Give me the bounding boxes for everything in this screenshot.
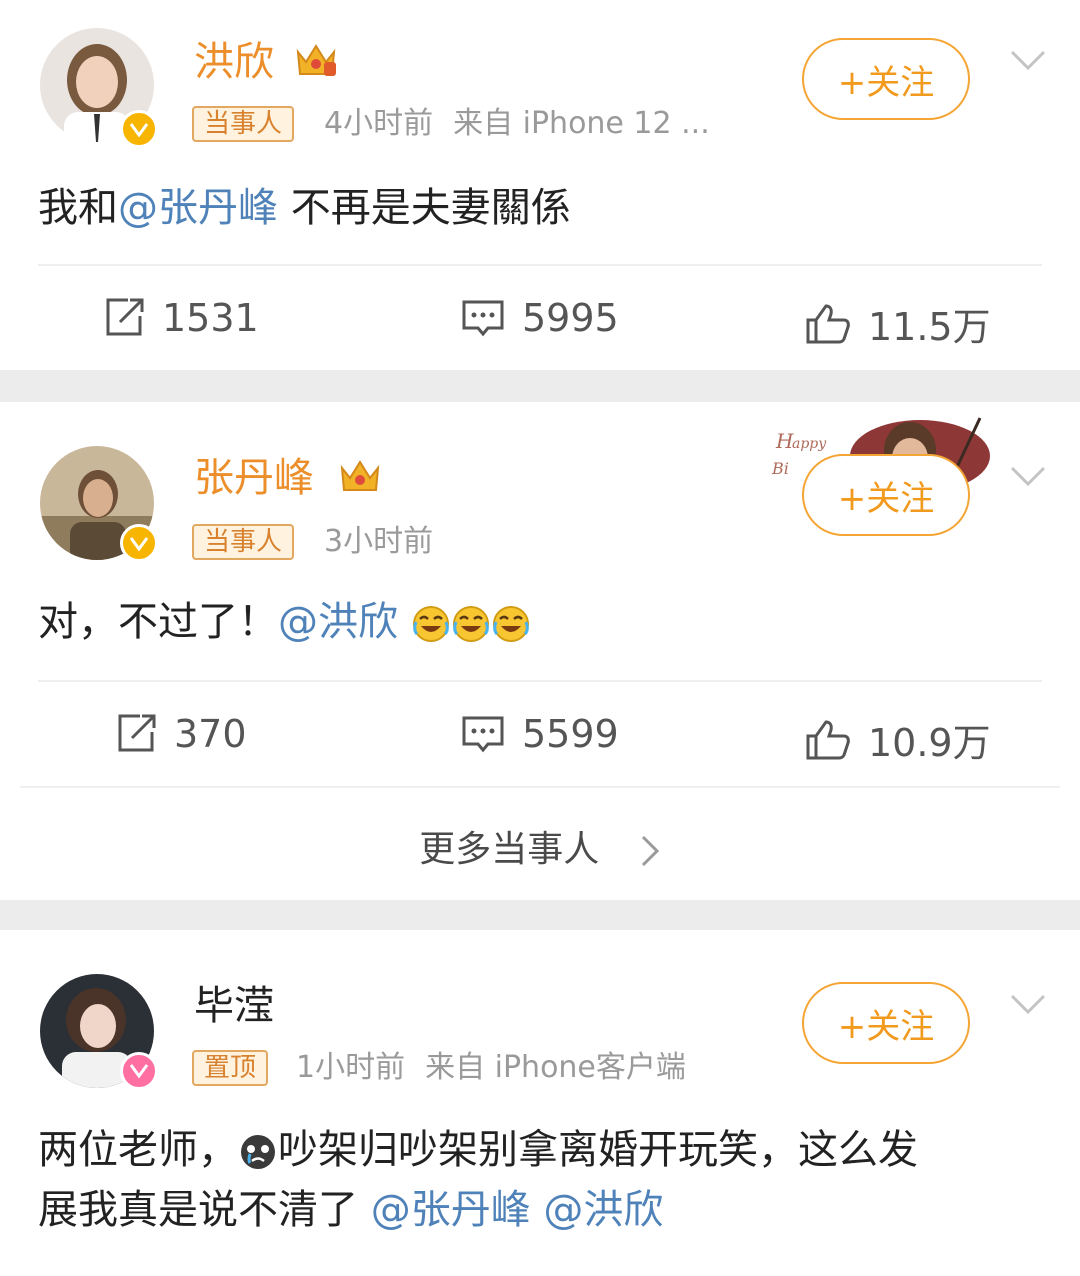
mention-link[interactable]: @张丹峰 — [371, 1187, 531, 1233]
comment-button[interactable]: 5995 — [460, 296, 619, 340]
like-count: 11.5万 — [868, 305, 991, 349]
post-card-1: 洪欣 当事人 4小时前 来自 iPhone 12 ... +关注 我和@张丹峰 不… — [0, 0, 1080, 370]
crown-icon — [294, 40, 338, 80]
crying-emoji — [241, 1135, 275, 1169]
follow-button[interactable]: +关注 — [802, 38, 970, 120]
repost-button[interactable]: 1531 — [102, 296, 259, 340]
post-text-line-2: 展我真是说不清了 @张丹峰 @洪欣 — [38, 1187, 664, 1233]
status-badge: 当事人 — [192, 106, 295, 142]
repost-count: 1531 — [162, 296, 259, 340]
comment-icon — [462, 300, 504, 337]
follow-button[interactable]: +关注 — [802, 454, 970, 536]
section-gap — [0, 900, 1080, 930]
status-badge: 当事人 — [192, 524, 295, 560]
author-name[interactable]: 张丹峰 — [194, 454, 314, 502]
more-parties-link[interactable]: 更多当事人 — [0, 820, 1080, 872]
laugh-cry-emoji — [412, 606, 449, 642]
chevron-down-icon[interactable] — [1008, 48, 1048, 74]
post-time: 1小时前 — [296, 1050, 406, 1085]
divider — [20, 786, 1060, 788]
pinned-badge: 置顶 — [192, 1050, 269, 1086]
chevron-right-icon — [641, 835, 659, 867]
post-source: 来自 iPhone客户端 — [425, 1050, 686, 1085]
author-name[interactable]: 洪欣 — [194, 38, 274, 86]
laugh-cry-emoji — [492, 606, 529, 642]
chevron-down-icon[interactable] — [1008, 992, 1048, 1018]
repost-icon — [118, 714, 156, 752]
comment-count: 5995 — [522, 296, 619, 340]
post-source: 来自 iPhone 12 ... — [453, 106, 710, 141]
post-text-line-1: 两位老师， 吵架归吵架别拿离婚开玩笑，这么发 — [38, 1127, 918, 1173]
like-button[interactable]: 11.5万 — [804, 296, 991, 351]
post-text: 我和@张丹峰 不再是夫妻關係 — [38, 185, 571, 231]
author-name[interactable]: 毕滢 — [194, 982, 274, 1030]
mention-link[interactable]: @张丹峰 — [118, 185, 278, 231]
repost-icon — [106, 298, 144, 336]
verified-badge-icon — [120, 524, 158, 562]
chevron-down-icon[interactable] — [1008, 464, 1048, 490]
comment-icon — [462, 716, 504, 753]
crown-icon — [338, 456, 382, 496]
repost-button[interactable]: 370 — [114, 712, 247, 756]
follow-button[interactable]: +关注 — [802, 982, 970, 1064]
verified-badge-icon — [120, 1052, 158, 1090]
post-meta: 4小时前 来自 iPhone 12 ... — [324, 106, 710, 142]
comment-count: 5599 — [522, 712, 619, 756]
post-meta: 3小时前 — [324, 524, 433, 560]
post-time: 3小时前 — [324, 524, 434, 559]
divider — [38, 264, 1042, 266]
more-parties-label: 更多当事人 — [419, 829, 600, 870]
verified-badge-icon — [120, 110, 158, 148]
like-count: 10.9万 — [868, 721, 991, 765]
like-icon — [806, 303, 850, 343]
section-gap — [0, 370, 1080, 402]
post-time: 4小时前 — [324, 106, 434, 141]
svg-text:Bi: Bi — [771, 459, 789, 478]
svg-text:appy: appy — [792, 436, 827, 452]
divider — [38, 680, 1042, 682]
mention-link[interactable]: @洪欣 — [278, 599, 398, 645]
post-card-2: 张丹峰 H appy Bi 当事人 3小时前 +关注 对，不过了！@洪欣 370… — [0, 402, 1080, 900]
mention-link[interactable]: @洪欣 — [531, 1187, 663, 1233]
like-button[interactable]: 10.9万 — [804, 712, 991, 767]
like-icon — [806, 719, 850, 759]
comment-button[interactable]: 5599 — [460, 712, 619, 756]
repost-count: 370 — [174, 712, 247, 756]
post-text: 对，不过了！@洪欣 — [38, 594, 531, 650]
post-card-3: 毕滢 置顶 1小时前 来自 iPhone客户端 +关注 两位老师， 吵架归吵架别拿离… — [0, 930, 1080, 1276]
post-meta: 1小时前 来自 iPhone客户端 — [296, 1050, 686, 1086]
laugh-cry-emoji — [452, 606, 489, 642]
